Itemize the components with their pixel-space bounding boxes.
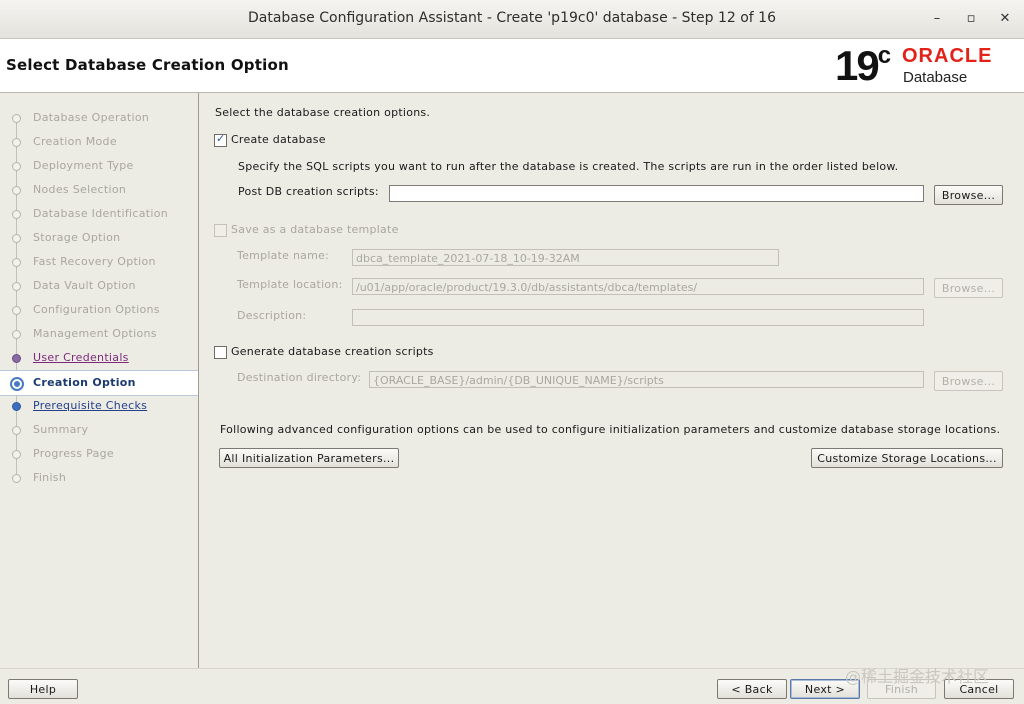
intro-text: Select the database creation options. xyxy=(215,106,431,119)
template-location-input[interactable]: /u01/app/oracle/product/19.3.0/db/assist… xyxy=(352,278,924,295)
step-indicator-icon xyxy=(12,234,21,243)
sidebar-step: Configuration Options xyxy=(0,298,198,322)
sidebar-step-label: Deployment Type xyxy=(33,159,134,172)
sidebar-step-label[interactable]: Prerequisite Checks xyxy=(33,399,147,412)
all-init-params-button[interactable]: All Initialization Parameters... xyxy=(219,448,399,468)
post-scripts-description: Specify the SQL scripts you want to run … xyxy=(238,160,899,173)
sidebar-step: Database Operation xyxy=(0,106,198,130)
help-button[interactable]: Help xyxy=(8,679,78,699)
step-indicator-icon xyxy=(10,377,24,391)
close-button[interactable]: ✕ xyxy=(994,8,1016,30)
template-description-label: Description: xyxy=(237,309,307,322)
save-template-label[interactable]: Save as a database template xyxy=(231,223,399,236)
generate-scripts-checkbox[interactable] xyxy=(214,346,227,359)
sidebar-step-label: Database Operation xyxy=(33,111,150,124)
steps-sidebar: Database Operation Creation Mode Deploymen… xyxy=(0,93,199,668)
sidebar-step-label: Creation Mode xyxy=(33,135,117,148)
step-indicator-icon xyxy=(12,330,21,339)
check-icon: ✓ xyxy=(216,132,226,145)
step-indicator-icon xyxy=(12,282,21,291)
sidebar-step: Deployment Type xyxy=(0,154,198,178)
sidebar-step: Progress Page xyxy=(0,442,198,466)
step-indicator-icon xyxy=(12,258,21,267)
template-name-input[interactable]: dbca_template_2021-07-18_10-19-32AM xyxy=(352,249,779,266)
template-location-label: Template location: xyxy=(237,278,343,291)
step-indicator-icon xyxy=(12,114,21,123)
step-indicator-icon xyxy=(12,138,21,147)
sidebar-step: Finish xyxy=(0,466,198,490)
sidebar-step-label: Creation Option xyxy=(33,376,136,389)
destination-browse-button[interactable]: Browse... xyxy=(934,371,1003,391)
sidebar-step-label[interactable]: User Credentials xyxy=(33,351,129,364)
sidebar-step: Database Identification xyxy=(0,202,198,226)
sidebar-step[interactable]: User Credentials xyxy=(0,346,198,370)
create-database-label[interactable]: Create database xyxy=(231,133,326,146)
sidebar-step-label: Finish xyxy=(33,471,67,484)
step-indicator-icon xyxy=(12,306,21,315)
step-indicator-icon xyxy=(12,354,21,363)
maximize-button[interactable]: ▫ xyxy=(960,8,982,30)
sidebar-step: Storage Option xyxy=(0,226,198,250)
template-location-browse-button[interactable]: Browse... xyxy=(934,278,1003,298)
sidebar-step: Nodes Selection xyxy=(0,178,198,202)
sidebar-step-label: Summary xyxy=(33,423,89,436)
sidebar-step-label: Progress Page xyxy=(33,447,114,460)
sidebar-step: Creation Option xyxy=(0,370,198,396)
minimize-button[interactable]: – xyxy=(926,8,948,30)
post-scripts-browse-button[interactable]: Browse... xyxy=(934,185,1003,205)
window-title: Database Configuration Assistant - Creat… xyxy=(247,10,776,26)
destination-directory-label: Destination directory: xyxy=(237,371,362,384)
sidebar-step: Creation Mode xyxy=(0,130,198,154)
sidebar-step-label: Nodes Selection xyxy=(33,183,127,196)
sidebar-step: Fast Recovery Option xyxy=(0,250,198,274)
customize-storage-button[interactable]: Customize Storage Locations... xyxy=(811,448,1003,468)
sidebar-step: Data Vault Option xyxy=(0,274,198,298)
sidebar-step-label: Storage Option xyxy=(33,231,121,244)
oracle-19c-logo: 19c xyxy=(835,42,891,90)
template-description-input[interactable] xyxy=(352,309,924,326)
step-indicator-icon xyxy=(12,402,21,411)
step-indicator-icon xyxy=(12,474,21,483)
back-button[interactable]: < Back xyxy=(717,679,787,699)
logo-sup: c xyxy=(877,42,892,69)
title-bar: Database Configuration Assistant - Creat… xyxy=(0,0,1024,39)
step-indicator-icon xyxy=(12,210,21,219)
post-scripts-label: Post DB creation scripts: xyxy=(238,185,379,198)
sidebar-step-label: Data Vault Option xyxy=(33,279,136,292)
watermark-text: @稀土掘金技术社区 xyxy=(845,667,990,686)
sidebar-step: Summary xyxy=(0,418,198,442)
step-indicator-icon xyxy=(12,426,21,435)
create-database-checkbox[interactable]: ✓ xyxy=(214,132,227,147)
sidebar-step-label: Configuration Options xyxy=(33,303,160,316)
page-title: Select Database Creation Option xyxy=(6,56,289,74)
sidebar-step-label: Management Options xyxy=(33,327,157,340)
step-indicator-icon xyxy=(12,450,21,459)
oracle-product: Database xyxy=(903,69,968,86)
sidebar-step[interactable]: Prerequisite Checks xyxy=(0,394,198,418)
step-indicator-icon xyxy=(12,186,21,195)
sidebar-step-label: Database Identification xyxy=(33,207,169,220)
page-header: Select Database Creation Option 19c ORAC… xyxy=(0,39,1024,93)
logo-number: 19 xyxy=(835,42,880,89)
save-template-checkbox[interactable] xyxy=(214,224,227,237)
post-scripts-input[interactable] xyxy=(389,185,924,202)
advanced-options-text: Following advanced configuration options… xyxy=(220,423,1001,436)
destination-directory-input[interactable]: {ORACLE_BASE}/admin/{DB_UNIQUE_NAME}/scr… xyxy=(369,371,924,388)
oracle-brand: ORACLE xyxy=(902,45,993,67)
generate-scripts-label[interactable]: Generate database creation scripts xyxy=(231,345,434,358)
step-indicator-icon xyxy=(12,162,21,171)
sidebar-step-label: Fast Recovery Option xyxy=(33,255,156,268)
sidebar-step: Management Options xyxy=(0,322,198,346)
template-name-label: Template name: xyxy=(237,249,330,262)
